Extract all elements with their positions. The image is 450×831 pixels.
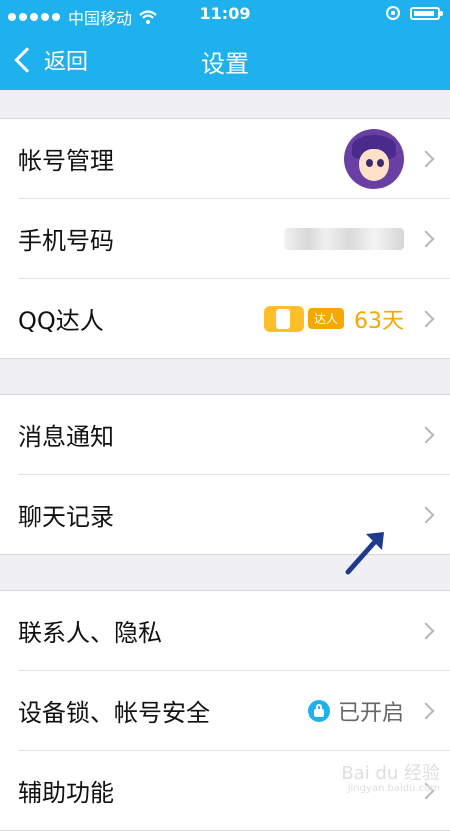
device-lock-status-text: 已开启 [337, 700, 404, 726]
nav-bar: 返回 设置 [0, 30, 450, 90]
settings-row-notifications[interactable]: 消息通知 [18, 395, 450, 475]
top-bar: 中国移动 11:09 返回 设置 [0, 0, 450, 90]
talent-days: 63天 [354, 308, 404, 334]
annotation-arrow-icon [345, 532, 384, 575]
talent-tag: 达人 [307, 308, 344, 329]
settings-group-account: 帐号管理 手机号码 QQ达人 达人 63天 [0, 118, 450, 359]
avatar [344, 128, 404, 189]
lock-icon [307, 699, 330, 722]
watermark-text: Bai du 经验 [341, 763, 440, 784]
battery-icon [410, 6, 443, 20]
chevron-right-icon [417, 622, 435, 639]
chevron-right-icon [417, 310, 435, 327]
settings-row-contacts-privacy[interactable]: 联系人、隐私 [18, 591, 450, 671]
chevron-right-icon [417, 230, 435, 247]
row-label: QQ达人 [18, 307, 104, 335]
winged-phone-icon [263, 305, 304, 332]
settings-row-qq-talent[interactable]: QQ达人 达人 63天 [18, 279, 450, 358]
row-label: 聊天记录 [18, 503, 114, 531]
settings-group-privacy: 联系人、隐私 设备锁、帐号安全 已开启 辅助功能 [0, 590, 450, 831]
phone-number-redacted [284, 227, 404, 250]
settings-row-device-lock[interactable]: 设备锁、帐号安全 已开启 [18, 671, 450, 751]
device-lock-status: 已开启 [307, 695, 404, 727]
status-bar: 中国移动 11:09 [0, 0, 450, 30]
chevron-right-icon [417, 702, 435, 719]
row-label: 联系人、隐私 [18, 619, 162, 647]
chevron-right-icon [417, 426, 435, 443]
page-title: 设置 [201, 50, 249, 78]
row-label: 消息通知 [18, 423, 114, 451]
talent-badge: 达人 63天 [263, 303, 404, 335]
settings-row-account[interactable]: 帐号管理 [18, 119, 450, 199]
row-label: 设备锁、帐号安全 [18, 699, 210, 727]
status-right [386, 6, 443, 20]
chevron-right-icon [417, 150, 435, 167]
rotation-lock-icon [386, 6, 400, 20]
status-time: 11:09 [199, 4, 251, 23]
row-label: 手机号码 [18, 227, 114, 255]
watermark-sub: jingyan.baidu.com [347, 783, 440, 794]
watermark: Bai du 经验 jingyan.baidu.com [341, 759, 440, 794]
row-label: 辅助功能 [18, 779, 114, 807]
row-label: 帐号管理 [18, 147, 114, 175]
settings-row-phone[interactable]: 手机号码 [18, 199, 450, 279]
chevron-right-icon [417, 506, 435, 523]
